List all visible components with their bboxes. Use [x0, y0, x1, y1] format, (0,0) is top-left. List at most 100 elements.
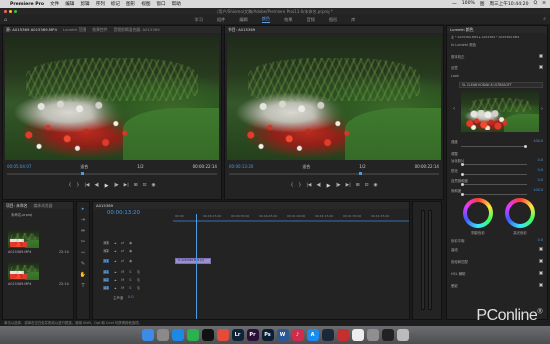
- menubar-app-name[interactable]: Premiere Pro: [10, 2, 44, 7]
- source-resolution-dropdown[interactable]: 1/2: [137, 164, 143, 169]
- section-enable-checkbox[interactable]: [539, 283, 543, 287]
- work-area-bar[interactable]: [173, 220, 409, 222]
- tab-effect-controls[interactable]: 效果控件: [92, 27, 107, 33]
- section-color-wheels[interactable]: 色轮和匹配: [451, 258, 543, 264]
- lift-icon[interactable]: ⊞: [356, 183, 360, 188]
- tab-source[interactable]: 源: A015369 A015369.MP4: [6, 27, 57, 33]
- clock[interactable]: 周三上午10:44:20: [490, 1, 529, 7]
- menu-marker[interactable]: 标记: [111, 1, 120, 7]
- battery-percent[interactable]: 100%: [462, 1, 475, 7]
- lightroom-dock-icon[interactable]: Lr: [231, 329, 244, 341]
- section-vignette[interactable]: 晕影: [451, 282, 543, 288]
- vibrance-slider[interactable]: [461, 183, 527, 186]
- launchpad-dock-icon[interactable]: [156, 329, 169, 341]
- intensity-slider[interactable]: [461, 145, 527, 148]
- workspace-tab-graphics[interactable]: 图形: [329, 17, 337, 23]
- program-scrubber[interactable]: [229, 172, 439, 175]
- insert-icon[interactable]: ⊞: [134, 183, 138, 188]
- ripple-edit-tool-icon[interactable]: ⇹: [81, 228, 85, 234]
- go-to-in-icon[interactable]: |◀: [306, 183, 311, 188]
- slider-knob[interactable]: [461, 193, 464, 196]
- track-label[interactable]: V3: [103, 241, 110, 245]
- menu-graphics[interactable]: 图形: [126, 1, 135, 7]
- section-enable-checkbox[interactable]: [539, 65, 543, 69]
- saturation-slider[interactable]: [461, 193, 527, 196]
- menu-clip[interactable]: 剪辑: [80, 1, 89, 7]
- zoom-window-button[interactable]: [14, 10, 17, 13]
- program-playhead-timecode[interactable]: 00:00:13:20: [229, 164, 253, 169]
- mark-out-icon[interactable]: }: [76, 183, 79, 188]
- shadow-tint-wheel[interactable]: [463, 198, 493, 228]
- workspace-tab-audio[interactable]: 音频: [306, 17, 314, 23]
- menu-file[interactable]: 文件: [50, 1, 59, 7]
- program-playhead[interactable]: [359, 172, 363, 175]
- step-forward-icon[interactable]: |▶: [114, 183, 119, 188]
- workspace-tab-color[interactable]: 颜色: [261, 16, 271, 23]
- export-frame-icon[interactable]: ◉: [151, 183, 155, 188]
- program-fit-dropdown[interactable]: 适合: [302, 164, 310, 170]
- timeline-timecode[interactable]: 00:00:13:20: [107, 210, 140, 216]
- go-to-out-icon[interactable]: ▶|: [124, 183, 129, 188]
- trash-dock-icon[interactable]: [396, 329, 409, 341]
- selection-tool-icon[interactable]: ▸: [82, 206, 85, 212]
- menu-sequence[interactable]: 序列: [96, 1, 105, 7]
- tab-lumetri-color[interactable]: Lumetri 颜色: [450, 27, 473, 33]
- step-back-icon[interactable]: ◀|: [94, 183, 99, 188]
- photoshop-dock-icon[interactable]: Ps: [261, 329, 274, 341]
- export-frame-icon[interactable]: ◉: [373, 183, 377, 188]
- source-playhead-timecode[interactable]: 00:05:04:07: [7, 164, 31, 169]
- solo-icon[interactable]: S: [129, 286, 131, 290]
- adjustments-header[interactable]: 调整: [451, 150, 543, 156]
- netease-dock-icon[interactable]: [336, 329, 349, 341]
- search-icon[interactable]: ⌕: [543, 16, 546, 22]
- tab-audio-clip-mixer[interactable]: 音频剪辑混合器: A015369: [113, 27, 159, 33]
- section-hsl-secondary[interactable]: HSL 辅助: [451, 270, 543, 276]
- mute-icon[interactable]: M: [121, 278, 124, 282]
- play-icon[interactable]: ▶: [327, 183, 331, 189]
- mark-out-icon[interactable]: }: [298, 183, 301, 188]
- sync-icon[interactable]: ⇄: [121, 259, 124, 263]
- mark-in-icon[interactable]: {: [291, 183, 294, 188]
- lock-icon[interactable]: 🔒︎: [114, 249, 116, 253]
- look-preview-thumbnail[interactable]: [461, 90, 539, 132]
- menu-help[interactable]: 帮助: [172, 1, 181, 7]
- overwrite-icon[interactable]: ⊡: [143, 183, 147, 188]
- mic-icon[interactable]: 🎙︎: [136, 270, 140, 274]
- go-to-out-icon[interactable]: ▶|: [346, 183, 351, 188]
- timeline-clip[interactable]: fx A015369.MP4 [V]: [175, 258, 211, 264]
- project-item-thumbnail[interactable]: [8, 230, 39, 248]
- qq-dock-icon[interactable]: [201, 329, 214, 341]
- track-label[interactable]: A2: [103, 278, 110, 282]
- pen-tool-icon[interactable]: ✎: [81, 261, 85, 267]
- source-scrubber[interactable]: [7, 172, 217, 175]
- section-basic-correction[interactable]: 基本校正: [451, 53, 543, 59]
- section-enable-checkbox[interactable]: [539, 247, 543, 251]
- safari-dock-icon[interactable]: [171, 329, 184, 341]
- highlight-tint-wheel[interactable]: [505, 198, 535, 228]
- hand-tool-icon[interactable]: ✋: [80, 272, 86, 278]
- workspace-tab-editing[interactable]: 编辑: [239, 17, 247, 23]
- section-curves[interactable]: 曲线: [451, 246, 543, 252]
- status-item[interactable]: 图: [480, 1, 485, 7]
- mic-icon[interactable]: 🎙︎: [136, 286, 140, 290]
- mark-in-icon[interactable]: {: [69, 183, 72, 188]
- wps-dock-icon[interactable]: W: [276, 329, 289, 341]
- section-creative[interactable]: 创意: [451, 64, 543, 70]
- sync-icon[interactable]: ⇄: [121, 241, 124, 245]
- track-label[interactable]: V2: [103, 249, 110, 253]
- go-to-in-icon[interactable]: |◀: [84, 183, 89, 188]
- photos-dock-icon[interactable]: [351, 329, 364, 341]
- next-look-icon[interactable]: ›: [541, 106, 543, 112]
- steam-dock-icon[interactable]: [321, 329, 334, 341]
- razor-tool-icon[interactable]: ✂: [81, 239, 85, 245]
- workspace-tab-learn[interactable]: 学习: [195, 17, 203, 23]
- app-store-dock-icon[interactable]: A: [306, 329, 319, 341]
- extract-icon[interactable]: ⊡: [365, 183, 369, 188]
- lumetri-clip-selector[interactable]: 主 * A015369.MP4 ▸ A015369 * A015369.MP4: [451, 34, 543, 40]
- status-item[interactable]: 一: [452, 1, 457, 7]
- sync-icon[interactable]: ⇄: [121, 249, 124, 253]
- menu-view[interactable]: 视图: [141, 1, 150, 7]
- workspace-tab-effects[interactable]: 效果: [284, 17, 292, 23]
- slider-knob[interactable]: [461, 163, 464, 166]
- home-icon[interactable]: ⌂: [4, 17, 7, 23]
